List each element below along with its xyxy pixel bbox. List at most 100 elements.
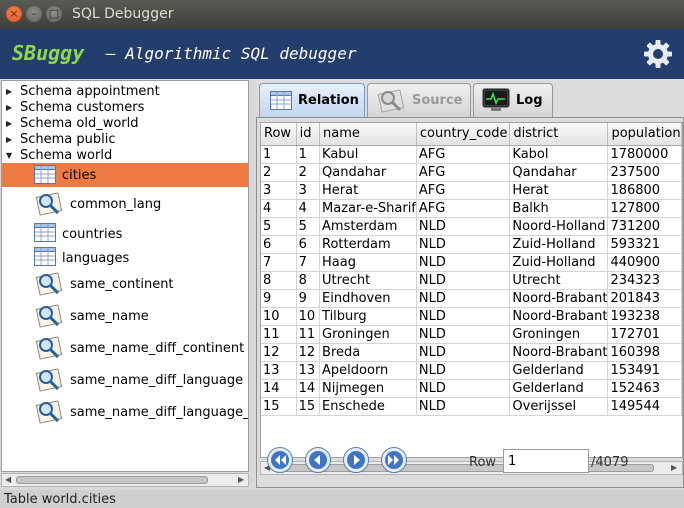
tree-schema-old-world[interactable]: Schema old_world: [20, 116, 139, 131]
table-cell[interactable]: NLD: [416, 343, 511, 362]
table-cell[interactable]: Noord-Holland: [509, 217, 609, 236]
table-cell[interactable]: NLD: [416, 361, 511, 380]
table-row[interactable]: 15 15 Enschede NLD Overijssel 149544: [261, 397, 682, 416]
table-cell[interactable]: 11: [296, 325, 321, 344]
schema-tree[interactable]: ▶ Schema appointment ▶ Schema customers …: [1, 80, 249, 472]
table-cell[interactable]: 13: [261, 361, 297, 380]
table-cell[interactable]: 4: [261, 199, 297, 218]
window-minimize-button[interactable]: –: [26, 6, 42, 22]
table-cell[interactable]: 11: [261, 325, 297, 344]
column-header[interactable]: district: [509, 123, 609, 146]
tree-horizontal-scrollbar[interactable]: ◀ ▶: [1, 473, 249, 487]
table-row[interactable]: 2 2 Qandahar AFG Qandahar 237500: [261, 163, 682, 182]
table-cell[interactable]: Enschede: [319, 397, 417, 416]
table-cell[interactable]: 440900: [607, 253, 682, 272]
table-cell[interactable]: 127800: [607, 199, 682, 218]
table-cell[interactable]: 153491: [607, 361, 682, 380]
tree-item-common-lang[interactable]: common_lang: [2, 191, 248, 217]
table-cell[interactable]: NLD: [416, 379, 511, 398]
column-header[interactable]: population: [607, 123, 682, 146]
table-cell[interactable]: Noord-Brabant: [509, 343, 609, 362]
table-cell[interactable]: 6: [296, 235, 321, 254]
table-cell[interactable]: NLD: [416, 325, 511, 344]
table-cell[interactable]: 186800: [607, 181, 682, 200]
table-cell[interactable]: Herat: [509, 181, 609, 200]
table-cell[interactable]: 7: [296, 253, 321, 272]
table-cell[interactable]: Utrecht: [509, 271, 609, 290]
tree-item-countries[interactable]: countries: [2, 221, 248, 247]
table-cell[interactable]: 160398: [607, 343, 682, 362]
table-cell[interactable]: 8: [296, 271, 321, 290]
table-cell[interactable]: 201843: [607, 289, 682, 308]
table-cell[interactable]: Zuid-Holland: [509, 253, 609, 272]
collapse-arrow-icon[interactable]: ▼: [6, 151, 12, 160]
table-cell[interactable]: 15: [296, 397, 321, 416]
column-header[interactable]: Row: [261, 123, 297, 146]
tree-schema-appointment[interactable]: Schema appointment: [20, 84, 160, 99]
table-row[interactable]: 1 1 Kabul AFG Kabol 1780000: [261, 145, 682, 164]
table-cell[interactable]: Qandahar: [509, 163, 609, 182]
table-cell[interactable]: Herat: [319, 181, 417, 200]
table-cell[interactable]: Gelderland: [509, 361, 609, 380]
table-cell[interactable]: Zuid-Holland: [509, 235, 609, 254]
tab-source[interactable]: Source: [367, 83, 471, 117]
table-row[interactable]: 6 6 Rotterdam NLD Zuid-Holland 593321: [261, 235, 682, 254]
table-cell[interactable]: AFG: [416, 181, 511, 200]
table-cell[interactable]: Kabol: [509, 145, 609, 164]
table-cell[interactable]: 1780000: [607, 145, 682, 164]
table-cell[interactable]: 152463: [607, 379, 682, 398]
table-row[interactable]: 10 10 Tilburg NLD Noord-Brabant 193238: [261, 307, 682, 326]
expand-arrow-icon[interactable]: ▶: [6, 135, 12, 144]
table-cell[interactable]: 731200: [607, 217, 682, 236]
last-page-icon[interactable]: [380, 446, 408, 474]
table-row[interactable]: 4 4 Mazar-e-Sharif AFG Balkh 127800: [261, 199, 682, 218]
tree-item-same-name-diff-language-2[interactable]: same_name_diff_language_: [2, 399, 248, 425]
table-cell[interactable]: 234323: [607, 271, 682, 290]
table-cell[interactable]: 6: [261, 235, 297, 254]
table-cell[interactable]: 9: [296, 289, 321, 308]
scroll-left-icon[interactable]: ◀: [5, 475, 11, 484]
table-cell[interactable]: 10: [296, 307, 321, 326]
column-header[interactable]: id: [296, 123, 321, 146]
table-cell[interactable]: 149544: [607, 397, 682, 416]
tree-schema-world[interactable]: Schema world: [20, 148, 112, 163]
table-cell[interactable]: 3: [296, 181, 321, 200]
scroll-right-icon[interactable]: ▶: [238, 475, 244, 484]
table-cell[interactable]: 5: [296, 217, 321, 236]
table-cell[interactable]: Eindhoven: [319, 289, 417, 308]
table-cell[interactable]: 8: [261, 271, 297, 290]
scrollbar-thumb[interactable]: [16, 476, 208, 484]
table-row[interactable]: 8 8 Utrecht NLD Utrecht 234323: [261, 271, 682, 290]
table-cell[interactable]: 237500: [607, 163, 682, 182]
table-cell[interactable]: Groningen: [509, 325, 609, 344]
table-cell[interactable]: Breda: [319, 343, 417, 362]
table-row[interactable]: 12 12 Breda NLD Noord-Brabant 160398: [261, 343, 682, 362]
window-maximize-button[interactable]: □: [46, 6, 62, 22]
expand-arrow-icon[interactable]: ▶: [6, 103, 12, 112]
tab-log[interactable]: Log: [473, 83, 553, 117]
table-cell[interactable]: 10: [261, 307, 297, 326]
table-cell[interactable]: Noord-Brabant: [509, 307, 609, 326]
tree-item-same-name-diff-continent[interactable]: same_name_diff_continent: [2, 335, 248, 361]
table-cell[interactable]: 13: [296, 361, 321, 380]
table-row[interactable]: 11 11 Groningen NLD Groningen 172701: [261, 325, 682, 344]
table-cell[interactable]: AFG: [416, 199, 511, 218]
tree-schema-public[interactable]: Schema public: [20, 132, 116, 147]
table-cell[interactable]: Utrecht: [319, 271, 417, 290]
previous-page-icon[interactable]: [304, 446, 332, 474]
table-cell[interactable]: Rotterdam: [319, 235, 417, 254]
tree-item-languages[interactable]: languages: [2, 245, 248, 271]
table-cell[interactable]: 2: [261, 163, 297, 182]
table-row[interactable]: 3 3 Herat AFG Herat 186800: [261, 181, 682, 200]
first-page-icon[interactable]: [266, 446, 294, 474]
column-header[interactable]: country_code: [416, 123, 511, 146]
table-cell[interactable]: Groningen: [319, 325, 417, 344]
column-header[interactable]: name: [319, 123, 417, 146]
table-row[interactable]: 9 9 Eindhoven NLD Noord-Brabant 201843: [261, 289, 682, 308]
table-cell[interactable]: 14: [261, 379, 297, 398]
table-cell[interactable]: 1: [261, 145, 297, 164]
tree-item-same-name[interactable]: same_name: [2, 303, 248, 329]
expand-arrow-icon[interactable]: ▶: [6, 119, 12, 128]
table-cell[interactable]: Tilburg: [319, 307, 417, 326]
table-cell[interactable]: 7: [261, 253, 297, 272]
